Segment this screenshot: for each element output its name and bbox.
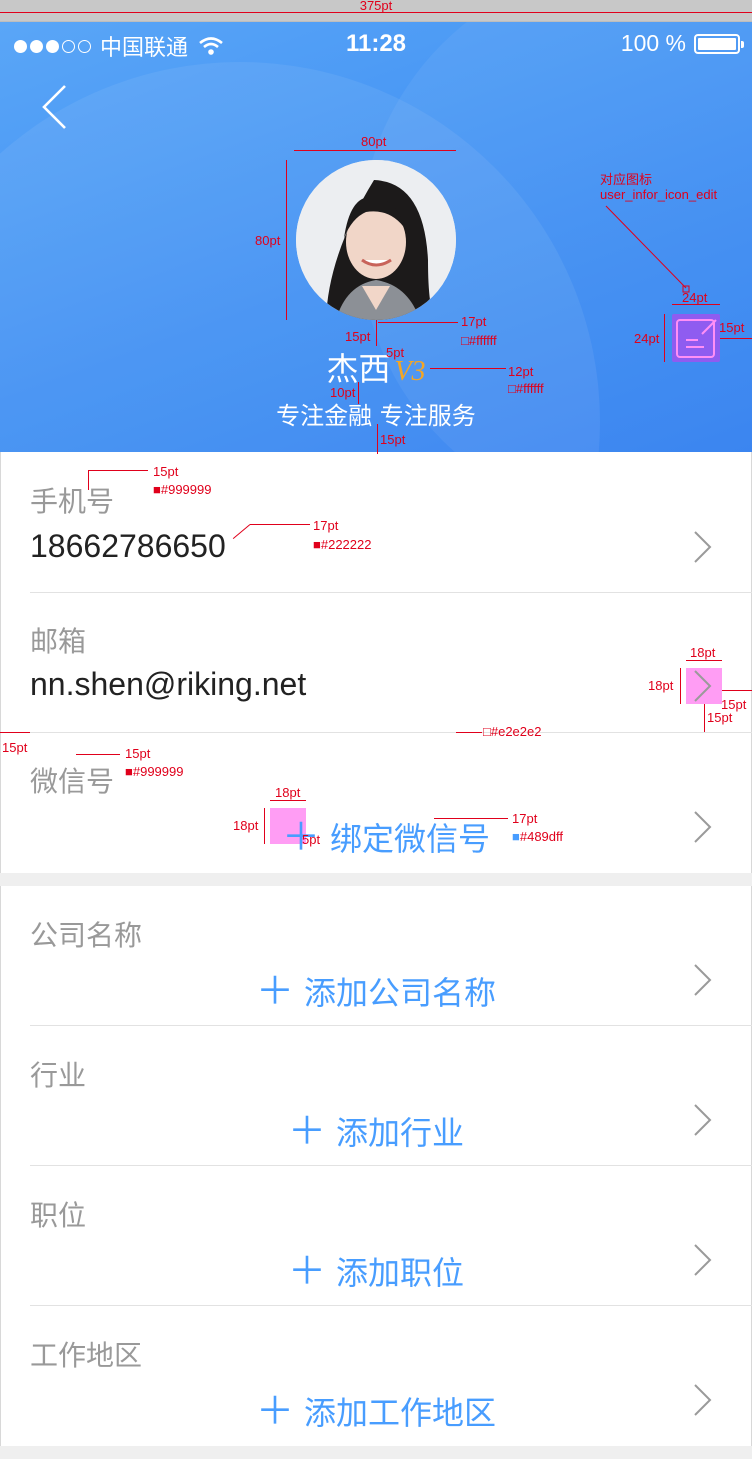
anno-badge-gap: 5pt [386,345,405,360]
chevron-right-icon[interactable] [692,1242,714,1278]
position-label: 职位 [30,1199,87,1232]
anno-name-size: 17pt [461,314,487,329]
user-motto: 专注金融 专注服务 [276,402,476,430]
chevron-right-icon[interactable] [692,529,714,565]
chevron-right-icon[interactable] [692,1382,714,1418]
row-divider [30,1025,752,1026]
edit-icon [676,319,717,358]
row-divider [30,1305,752,1306]
add-position-button[interactable]: ＋ 添加职位 [0,1240,752,1295]
anno-header-bottom: 15pt [380,432,406,447]
section-gap [0,873,752,886]
bind-wechat-label: 绑定微信号 [330,820,491,858]
vip-badge-icon: V3 [394,356,426,387]
work-area-label: 工作地区 [30,1339,143,1372]
anno-plus-h: 18pt [233,818,259,833]
email-value: nn.shen@riking.net [30,666,307,702]
anno-edit-right: 15pt [719,320,745,335]
anno-divider-left: 15pt [2,740,28,755]
back-arrow-icon[interactable] [40,84,70,130]
row-divider [30,1165,752,1166]
plus-icon: ＋ [287,1109,326,1153]
bottom-gap [0,1446,752,1459]
edit-profile-button[interactable] [672,314,720,362]
company-label: 公司名称 [30,919,143,952]
industry-label: 行业 [30,1059,87,1092]
anno-edit-h: 24pt [634,331,660,346]
row-divider [30,732,752,733]
avatar[interactable] [296,160,456,320]
anno-wechat-label-color: ■#999999 [125,764,184,779]
chevron-right-icon[interactable] [692,962,714,998]
anno-action-color: ■#489dff [512,829,563,844]
anno-chev-bottom: 15pt [707,710,733,725]
bind-wechat-button[interactable]: ＋绑定微信号 [0,806,752,861]
plus-icon: ＋ [287,1249,326,1293]
email-label: 邮箱 [30,625,87,658]
anno-chev-w: 18pt [690,645,716,660]
add-work-area-label: 添加工作地区 [304,1394,497,1432]
anno-edit-title: 对应图标 [600,172,653,187]
plus-icon: ＋ [255,969,294,1013]
battery-percent: 100 % [620,30,686,56]
user-name: 杰西 V3 [0,344,752,390]
avatar-photo [296,160,456,320]
anno-name-color: □#ffffff [461,333,497,348]
anno-divider-color: □#e2e2e2 [483,724,542,739]
anno-label-size: 15pt [153,464,179,479]
plus-icon: ＋ [255,1389,294,1433]
anno-value-size: 17pt [313,518,339,533]
add-position-label: 添加职位 [336,1254,465,1292]
anno-chev-h: 18pt [648,678,674,693]
chevron-right-icon[interactable] [692,809,714,845]
battery-icon [694,33,744,54]
ruler-label: 375pt [359,0,393,13]
anno-motto-size: 12pt [508,364,534,379]
phone-value: 18662786650 [30,528,226,564]
row-divider [30,592,752,593]
chevron-right-icon[interactable] [692,1102,714,1138]
anno-avatar-height: 80pt [255,233,281,248]
anno-avatar-width: 80pt [361,134,387,149]
top-ruler: 375pt [0,0,752,22]
phone-label: 手机号 [30,485,115,518]
status-bar: 中国联通 11:28 100 % [0,22,752,66]
anno-motto-gap: 10pt [330,385,356,400]
anno-label-color: ■#999999 [153,482,212,497]
chevron-right-icon[interactable] [692,668,714,704]
anno-plus-gap: 5pt [302,832,321,847]
add-company-button[interactable]: ＋ 添加公司名称 [0,960,752,1015]
anno-name-gap: 15pt [345,329,371,344]
anno-plus-w: 18pt [275,785,301,800]
anno-value-color: ■#222222 [313,537,372,552]
anno-edit-name: user_infor_icon_edit [600,187,718,202]
add-industry-button[interactable]: ＋ 添加行业 [0,1100,752,1155]
add-company-label: 添加公司名称 [304,974,497,1012]
add-industry-label: 添加行业 [336,1114,465,1152]
wechat-label: 微信号 [30,765,115,798]
anno-action-size: 17pt [512,811,538,826]
anno-motto-color: □#ffffff [508,381,544,396]
add-work-area-button[interactable]: ＋ 添加工作地区 [0,1380,752,1435]
anno-wechat-label-size: 15pt [125,746,151,761]
anno-edit-w: 24pt [682,290,708,305]
